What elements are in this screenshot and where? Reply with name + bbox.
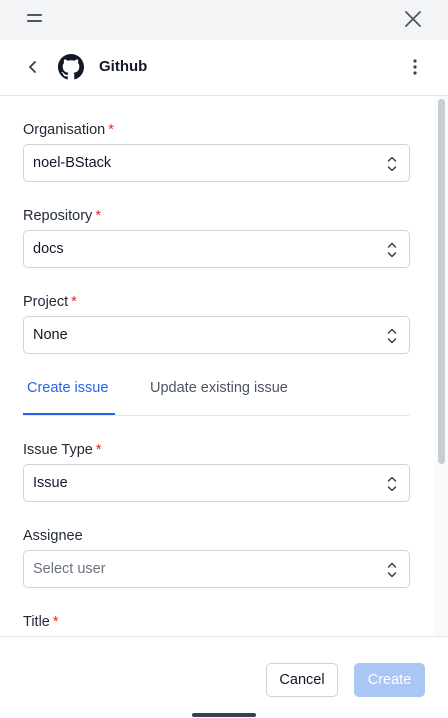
integration-header: Github	[0, 40, 448, 96]
issue-type-value: Issue	[33, 475, 68, 491]
assignee-select[interactable]: Select user	[23, 550, 410, 588]
form-footer: Cancel Create	[0, 636, 448, 718]
repository-select[interactable]: docs	[23, 230, 410, 268]
assignee-label-text: Assignee	[23, 528, 83, 544]
project-select[interactable]: None	[23, 316, 410, 354]
active-tab-indicator	[23, 413, 115, 415]
repository-value: docs	[33, 241, 64, 257]
select-arrows-icon	[387, 562, 397, 578]
title-label: Title *	[23, 614, 59, 630]
required-marker: *	[108, 122, 114, 138]
organisation-label-text: Organisation	[23, 122, 106, 138]
select-arrows-icon	[387, 476, 397, 492]
tab-update-existing-issue[interactable]: Update existing issue	[150, 380, 288, 396]
github-logo-icon	[58, 54, 84, 80]
required-marker: *	[95, 442, 102, 458]
select-arrows-icon	[387, 328, 397, 344]
organisation-label: Organisation *	[23, 122, 114, 138]
select-arrows-icon	[387, 242, 397, 258]
issue-type-label-text: Issue Type	[23, 442, 93, 458]
integration-title: Github	[99, 58, 148, 75]
project-label-text: Project	[23, 294, 69, 310]
top-bar	[0, 0, 448, 40]
repository-label-text: Repository	[23, 208, 93, 224]
form-content: Organisation * noel-BStack Repository * do…	[0, 96, 448, 636]
hamburger-menu-icon[interactable]	[27, 14, 43, 24]
issue-type-label: Issue Type *	[23, 442, 102, 458]
repository-label: Repository *	[23, 208, 101, 224]
create-button[interactable]: Create	[354, 663, 425, 697]
select-arrows-icon	[387, 156, 397, 172]
scrollbar-thumb[interactable]	[438, 99, 445, 464]
required-marker: *	[95, 208, 101, 224]
project-value: None	[33, 327, 68, 343]
required-marker: *	[71, 294, 77, 310]
project-label: Project *	[23, 294, 77, 310]
organisation-value: noel-BStack	[33, 155, 112, 171]
required-marker: *	[52, 614, 59, 630]
tab-create-issue[interactable]: Create issue	[27, 380, 108, 396]
close-icon[interactable]	[403, 9, 423, 29]
cancel-button[interactable]: Cancel	[266, 663, 338, 697]
home-indicator	[192, 713, 256, 717]
assignee-label: Assignee	[23, 528, 83, 544]
title-label-text: Title	[23, 614, 50, 630]
issue-type-select[interactable]: Issue	[23, 464, 410, 502]
assignee-placeholder: Select user	[33, 561, 106, 577]
organisation-select[interactable]: noel-BStack	[23, 144, 410, 182]
more-options-icon[interactable]	[405, 57, 425, 77]
back-chevron-icon[interactable]	[24, 58, 42, 76]
issue-mode-tabs: Create issue Update existing issue	[23, 372, 410, 416]
